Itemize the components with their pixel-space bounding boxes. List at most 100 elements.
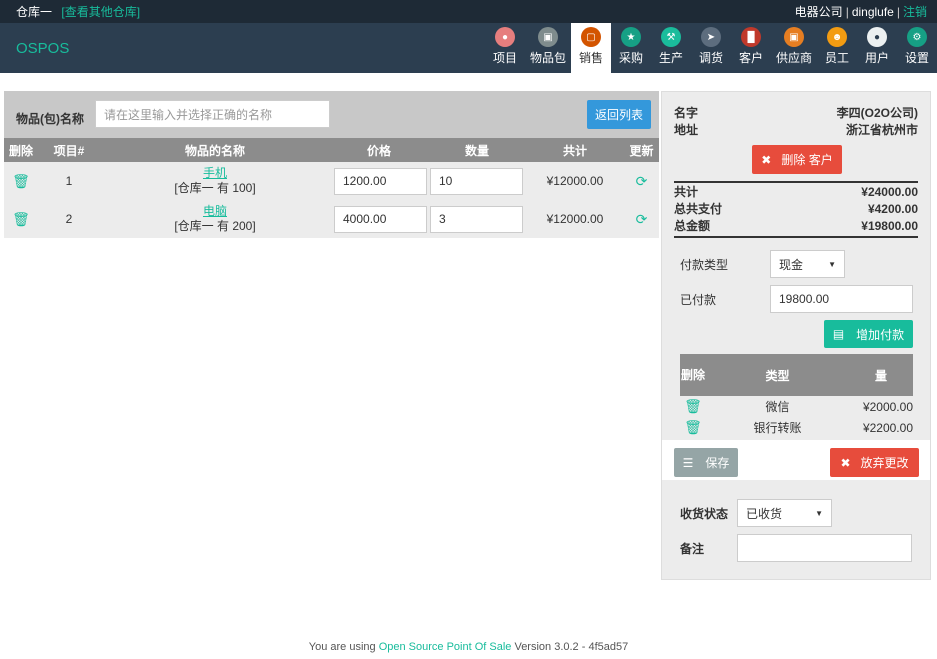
nav-item-5[interactable]: ➤ 调货 [691, 23, 731, 73]
module-nav: ● 项目 ▣ 物品包 ▢ 销售 ★ 采购 ⚒ 生产 ➤ 调货 █ 客户 ▣ 供应商 ☻ 员工 ● 用户 ⚙ 设置 [485, 23, 937, 73]
logout-link[interactable]: 注销 [903, 5, 927, 19]
item-stock: [仓库一 有 100] [174, 181, 256, 195]
nav-item-8[interactable]: ☻ 员工 [817, 23, 857, 73]
nav-label: 项目 [492, 51, 517, 65]
trash-icon[interactable]: 🗑 [12, 211, 30, 227]
actions-bar: ☰ 保存 ✖ 放弃更改 [662, 440, 930, 480]
cart-row: 🗑 2 电脑 [仓库一 有 200] 4000.00 3 ¥12000.00 ⟳ [4, 200, 659, 238]
payment-type: 银行转账 [706, 417, 849, 438]
nav-item-4[interactable]: ⚒ 生产 [651, 23, 691, 73]
total-label: 共计 [674, 185, 699, 199]
quantity-input[interactable]: 3 [430, 205, 523, 233]
register-panel: 物品(包)名称 请在这里输入并选择正确的名称 返回列表 删除 项目# 物品的名称… [4, 91, 659, 238]
delivery-form: 收货状态 已收货 ▼ 备注 [680, 498, 912, 562]
payment-type-select[interactable]: 现金 ▼ [770, 250, 845, 278]
amount-due-label: 总金额 [674, 219, 711, 233]
comment-input[interactable] [737, 534, 912, 562]
nav-item-1[interactable]: ▣ 物品包 [525, 23, 571, 73]
employee-icon: ☻ [827, 27, 847, 47]
nav-item-2[interactable]: ▢ 销售 [571, 23, 611, 73]
payment-form: 付款类型 现金 ▼ 已付款 19800.00 ▤ 增加付款 [662, 238, 930, 348]
add-payment-button[interactable]: ▤ 增加付款 [824, 320, 913, 348]
delivery-status-value: 已收货 [746, 506, 783, 521]
item-number: 2 [38, 200, 100, 238]
amount-due-value: ¥19800.00 [861, 219, 918, 233]
view-other-warehouses-link[interactable]: [查看其他仓库] [61, 5, 140, 19]
nav-label: 调货 [698, 51, 723, 65]
current-warehouse: 仓库一 [16, 5, 53, 19]
payment-type-label: 付款类型 [680, 257, 729, 272]
save-button[interactable]: ☰ 保存 [674, 448, 738, 477]
refresh-icon[interactable]: ⟳ [636, 173, 648, 189]
col-price: 价格 [330, 138, 428, 162]
settings-gear-icon: ⚙ [907, 27, 927, 47]
user-icon: ● [867, 27, 887, 47]
nav-item-7[interactable]: ▣ 供应商 [771, 23, 817, 73]
nav-label: 员工 [824, 51, 849, 65]
nav-item-3[interactable]: ★ 采购 [611, 23, 651, 73]
close-icon: ✖ [840, 455, 851, 470]
totals-block: 共计 ¥24000.00 总共支付 ¥4200.00 总金额 ¥19800.00 [674, 181, 918, 238]
username: dinglufe [851, 5, 894, 19]
quantity-input[interactable]: 10 [430, 167, 523, 195]
cart-row: 🗑 1 手机 [仓库一 有 100] 1200.00 10 ¥12000.00 ⟳ [4, 162, 659, 200]
footer: You are using Open Source Point Of Sale … [0, 641, 937, 653]
payment-row: 🗑 微信 ¥2000.00 [680, 396, 913, 417]
nav-item-9[interactable]: ● 用户 [857, 23, 897, 73]
caret-down-icon: ▼ [815, 508, 823, 518]
nav-label: 客户 [738, 51, 763, 65]
delete-customer-button[interactable]: ✖ 删除 客户 [752, 145, 842, 174]
ospos-link[interactable]: Open Source Point Of Sale [379, 641, 512, 653]
close-icon: ✖ [761, 152, 772, 167]
return-list-button[interactable]: 返回列表 [586, 100, 651, 129]
price-input[interactable]: 1200.00 [334, 167, 427, 195]
nav-label: 生产 [658, 51, 683, 65]
sale-summary-panel: 名字 李四(O2O公司) 地址 浙江省杭州市 ✖ 删除 客户 共计 ¥24000.00… [661, 91, 931, 580]
refresh-icon[interactable]: ⟳ [636, 211, 648, 227]
customer-name-label: 名字 [674, 106, 699, 120]
nav-item-6[interactable]: █ 客户 [731, 23, 771, 73]
discard-label: 放弃更改 [860, 456, 909, 470]
trash-icon[interactable]: 🗑 [12, 173, 30, 189]
supplier-icon: ▣ [784, 27, 804, 47]
payment-type: 微信 [706, 396, 849, 417]
item-kit-icon: ▣ [538, 27, 558, 47]
item-name-link[interactable]: 电脑 [203, 204, 227, 218]
item-search-input[interactable]: 请在这里输入并选择正确的名称 [95, 100, 330, 128]
total-value: ¥24000.00 [861, 185, 918, 199]
line-total: ¥12000.00 [526, 200, 624, 238]
register-header: 物品(包)名称 请在这里输入并选择正确的名称 返回列表 [4, 91, 659, 138]
discard-changes-button[interactable]: ✖ 放弃更改 [830, 448, 919, 477]
delivery-status-select[interactable]: 已收货 ▼ [737, 499, 832, 527]
nav-item-10[interactable]: ⚙ 设置 [897, 23, 937, 73]
sales-basket-icon: ▢ [581, 27, 601, 47]
receiving-icon: ★ [621, 27, 641, 47]
price-input[interactable]: 4000.00 [334, 205, 427, 233]
amount-tendered-input[interactable]: 19800.00 [770, 285, 913, 313]
trash-icon[interactable]: 🗑 [684, 419, 702, 435]
nav-item-0[interactable]: ● 项目 [485, 23, 525, 73]
item-stock: [仓库一 有 200] [174, 219, 256, 233]
customer-icon: █ [741, 27, 761, 47]
col-item-name: 物品的名称 [100, 138, 330, 162]
trash-icon[interactable]: 🗑 [684, 398, 702, 414]
customer-address-value: 浙江省杭州市 [845, 123, 918, 137]
payments-col-type: 类型 [706, 354, 849, 396]
nav-label: 用户 [864, 51, 889, 65]
delivery-status-label: 收货状态 [680, 506, 729, 521]
list-icon: ☰ [682, 455, 694, 470]
top-bar: 仓库一 [查看其他仓库] 电器公司 | dinglufe | 注销 [0, 0, 937, 23]
col-delete: 删除 [4, 138, 38, 162]
company-name: 电器公司 [794, 5, 843, 19]
payments-col-amount: 量 [849, 354, 913, 396]
item-name-link[interactable]: 手机 [203, 166, 227, 180]
brand-logo[interactable]: OSPOS [0, 40, 69, 57]
item-number: 1 [38, 162, 100, 200]
nav-label: 物品包 [529, 51, 566, 65]
credit-card-icon: ▤ [832, 327, 845, 341]
add-payment-label: 增加付款 [856, 327, 905, 342]
transfer-rocket-icon: ➤ [701, 27, 721, 47]
payment-amount: ¥2200.00 [849, 417, 913, 438]
item-icon: ● [495, 27, 515, 47]
save-label: 保存 [705, 456, 730, 470]
